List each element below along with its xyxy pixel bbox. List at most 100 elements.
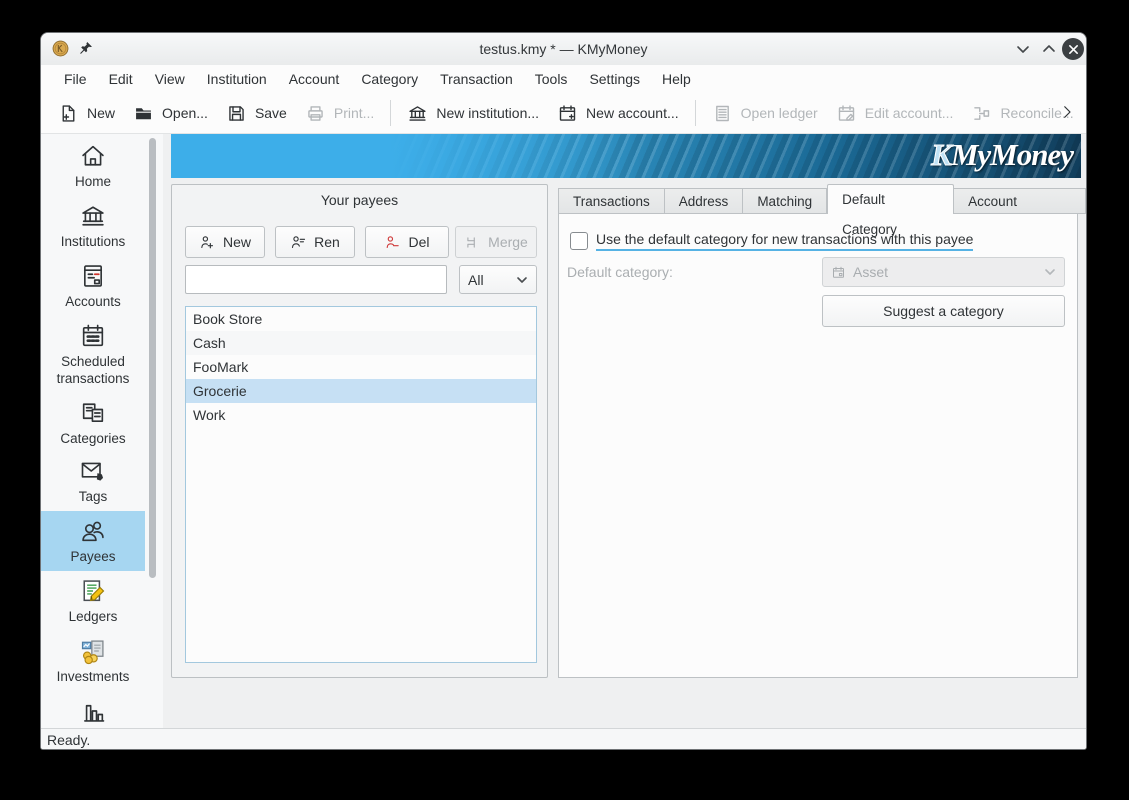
delete-payee-button[interactable]: Del — [365, 226, 449, 258]
sidebar-item-institutions[interactable]: Institutions — [41, 202, 145, 250]
default-category-label: Default category: — [567, 264, 673, 280]
print-icon — [305, 103, 326, 124]
kmymoney-logo: KMyMoney — [931, 137, 1073, 173]
toolbar-open-button[interactable]: Open... — [124, 97, 217, 130]
view-sidebar: Home Institutions Accounts Scheduled tra… — [41, 134, 163, 728]
tab-matching[interactable]: Matching — [743, 188, 827, 214]
tab-transactions[interactable]: Transactions — [558, 188, 665, 214]
menu-tools[interactable]: Tools — [524, 67, 579, 91]
payee-search-input[interactable] — [185, 265, 447, 294]
sidebar-item-reports[interactable] — [41, 697, 145, 728]
bank-icon — [407, 103, 428, 124]
sidebar-item-payees[interactable]: Payees — [41, 511, 145, 571]
investments-icon — [41, 637, 145, 665]
merge-payees-button: Merge — [455, 226, 537, 258]
new-file-icon — [58, 103, 79, 124]
default-category-combobox: Asset — [822, 257, 1065, 287]
institutions-icon — [41, 202, 145, 230]
rename-payee-button[interactable]: Ren — [275, 226, 355, 258]
sidebar-item-categories[interactable]: Categories — [41, 399, 145, 447]
menubar: File Edit View Institution Account Categ… — [41, 65, 1086, 93]
payee-row-selected[interactable]: Grocerie — [186, 379, 536, 403]
use-default-category-checkbox[interactable] — [570, 232, 588, 250]
sidebar-item-ledgers[interactable]: Ledgers — [41, 577, 145, 625]
tags-icon — [41, 457, 145, 485]
window-title: testus.kmy * — KMyMoney — [41, 33, 1086, 65]
payees-panel: Your payees New Ren Del Merge All — [171, 184, 548, 678]
chevron-down-icon — [516, 275, 528, 285]
menu-account[interactable]: Account — [278, 67, 351, 91]
home-icon — [41, 142, 145, 170]
use-default-category-label[interactable]: Use the default category for new transac… — [596, 231, 973, 251]
payee-detail-tabs: Transactions Address Matching Default Ca… — [558, 187, 1086, 214]
payee-row[interactable]: Cash — [186, 331, 536, 355]
sidebar-item-investments[interactable]: Investments — [41, 637, 145, 685]
sidebar-item-home[interactable]: Home — [41, 142, 145, 190]
toolbar-new-account-button[interactable]: New account... — [548, 97, 688, 130]
toolbar-save-button[interactable]: Save — [217, 97, 296, 130]
toolbar-print-button: Print... — [296, 97, 383, 130]
titlebar[interactable]: testus.kmy * — KMyMoney — [41, 33, 1086, 66]
payee-row[interactable]: Work — [186, 403, 536, 427]
open-folder-icon — [133, 103, 154, 124]
sidebar-scrollbar[interactable] — [149, 138, 156, 578]
sidebar-item-scheduled-transactions[interactable]: Scheduled transactions — [41, 322, 145, 387]
reports-icon — [41, 697, 145, 725]
tab-address[interactable]: Address — [665, 188, 744, 214]
ledgers-icon — [41, 577, 145, 605]
use-default-category-row: Use the default category for new transac… — [570, 231, 973, 251]
status-bar: Ready. — [41, 728, 1086, 750]
payee-row[interactable]: FooMark — [186, 355, 536, 379]
chevron-down-icon — [1044, 267, 1056, 277]
person-rename-icon — [290, 234, 307, 251]
minimize-button[interactable] — [1016, 43, 1030, 55]
toolbar-open-ledger-button: Open ledger — [703, 97, 827, 130]
person-add-icon — [199, 234, 216, 251]
suggest-category-button[interactable]: Suggest a category — [822, 295, 1065, 327]
tab-account-numbers[interactable]: Account Numbers — [954, 188, 1086, 214]
new-payee-button[interactable]: New — [185, 226, 265, 258]
sidebar-item-tags[interactable]: Tags — [41, 457, 145, 505]
toolbar-edit-account-button: Edit account... — [827, 97, 963, 130]
edit-account-icon — [836, 103, 857, 124]
status-text: Ready. — [47, 732, 90, 748]
toolbar: New Open... Save Print... New institutio… — [41, 93, 1086, 134]
menu-view[interactable]: View — [144, 67, 196, 91]
reconcile-icon — [971, 103, 992, 124]
maximize-button[interactable] — [1042, 43, 1056, 55]
toolbar-separator — [390, 100, 391, 126]
payees-icon — [41, 517, 145, 545]
menu-file[interactable]: File — [53, 67, 98, 91]
payee-filter-combobox[interactable]: All — [459, 265, 537, 294]
tab-default-category[interactable]: Default Category — [827, 184, 954, 214]
payee-row[interactable]: Book Store — [186, 307, 536, 331]
menu-institution[interactable]: Institution — [196, 67, 278, 91]
save-icon — [226, 103, 247, 124]
menu-transaction[interactable]: Transaction — [429, 67, 524, 91]
ledger-icon — [712, 103, 733, 124]
kmymoney-banner: KMyMoney — [171, 134, 1081, 178]
sidebar-item-accounts[interactable]: Accounts — [41, 262, 145, 310]
kmymoney-window: testus.kmy * — KMyMoney File Edit View I… — [40, 32, 1087, 750]
menu-settings[interactable]: Settings — [578, 67, 651, 91]
new-account-icon — [557, 103, 578, 124]
payees-panel-title: Your payees — [172, 192, 547, 208]
chevron-right-icon — [1058, 101, 1076, 123]
toolbar-new-button[interactable]: New — [49, 97, 124, 130]
main-area: Home Institutions Accounts Scheduled tra… — [41, 134, 1086, 728]
categories-icon — [41, 399, 145, 427]
toolbar-new-institution-button[interactable]: New institution... — [398, 97, 548, 130]
payee-list: Book Store Cash FooMark Grocerie Work — [185, 306, 537, 663]
close-button[interactable] — [1062, 38, 1084, 60]
toolbar-overflow-button[interactable] — [1058, 101, 1076, 123]
scheduled-icon — [41, 322, 145, 350]
person-remove-icon — [384, 234, 401, 251]
default-category-panel: Use the default category for new transac… — [558, 213, 1078, 678]
menu-help[interactable]: Help — [651, 67, 702, 91]
merge-icon — [464, 234, 481, 251]
accounts-icon — [41, 262, 145, 290]
category-icon — [831, 265, 846, 280]
menu-edit[interactable]: Edit — [98, 67, 144, 91]
menu-category[interactable]: Category — [350, 67, 429, 91]
toolbar-separator — [695, 100, 696, 126]
